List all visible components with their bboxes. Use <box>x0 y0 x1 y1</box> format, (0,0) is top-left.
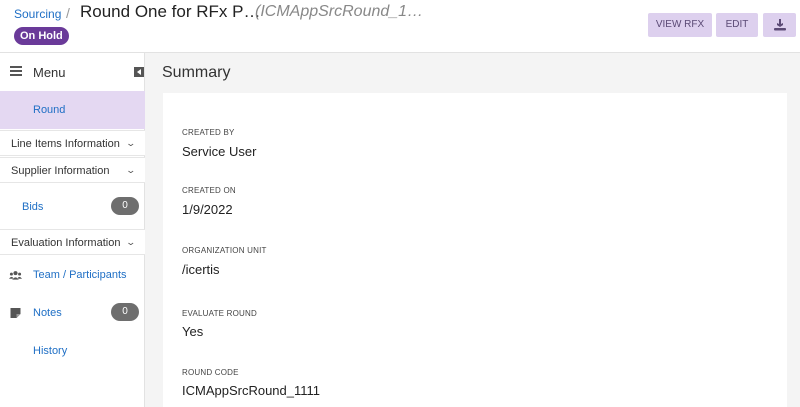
menu-label: Menu <box>33 65 66 80</box>
sidebar-item-label: Notes <box>33 307 62 319</box>
section-evaluation[interactable]: Evaluation Information ⌄ <box>0 229 145 255</box>
field-value-created-on: 1/9/2022 <box>182 202 233 217</box>
field-label-created-by: CREATED BY <box>182 128 235 137</box>
bids-count-badge: 0 <box>111 197 139 215</box>
field-label-round-code: ROUND CODE <box>182 368 239 377</box>
field-value-created-by: Service User <box>182 144 257 159</box>
view-rfx-button[interactable]: VIEW RFX <box>648 13 712 37</box>
sidebar-item-history[interactable]: History <box>0 336 145 366</box>
sidebar-item-team[interactable]: Team / Participants <box>0 260 145 290</box>
page-header: Sourcing / Round One for RFx P… (ICMAppS… <box>0 0 800 53</box>
edit-button[interactable]: EDIT <box>716 13 758 37</box>
section-supplier[interactable]: Supplier Information ⌄ <box>0 157 145 183</box>
chevron-down-icon: ⌄ <box>125 237 137 247</box>
sidebar-item-label: History <box>33 345 68 357</box>
sidebar-item-label: Round <box>33 104 66 116</box>
chevron-down-icon: ⌄ <box>125 138 137 148</box>
chevron-down-icon: ⌄ <box>125 165 137 175</box>
page-subtitle: (ICMAppSrcRound_1… <box>255 3 424 20</box>
section-line-items[interactable]: Line Items Information ⌄ <box>0 130 145 156</box>
sidebar-item-label: Team / Participants <box>33 269 127 281</box>
menu-header: Menu <box>0 53 145 91</box>
section-label: Supplier Information <box>11 165 110 177</box>
page-title: Round One for RFx P… <box>80 2 261 21</box>
field-value-evaluate-round: Yes <box>182 324 204 339</box>
summary-title: Summary <box>162 64 231 81</box>
breadcrumb-sourcing-link[interactable]: Sourcing <box>14 7 61 21</box>
field-value-organization-unit: /icertis <box>182 262 220 277</box>
hamburger-icon[interactable] <box>10 66 22 76</box>
hand-share-icon <box>773 19 786 31</box>
sidebar-item-bids[interactable]: Bids 0 <box>0 192 145 222</box>
breadcrumb-separator: / <box>66 5 70 21</box>
collapse-sidebar-icon[interactable] <box>134 67 144 77</box>
notes-count-badge: 0 <box>111 303 139 321</box>
field-label-created-on: CREATED ON <box>182 186 236 195</box>
field-label-organization-unit: ORGANIZATION UNIT <box>182 246 267 255</box>
status-badge: On Hold <box>14 27 69 45</box>
section-label: Line Items Information <box>11 138 120 150</box>
section-label: Evaluation Information <box>11 237 121 249</box>
sidebar-item-label: Bids <box>22 201 44 213</box>
sidebar-item-round[interactable]: Round <box>0 91 145 129</box>
field-value-round-code: ICMAppSrcRound_1111 <box>182 383 321 398</box>
sidebar: Menu Round Line Items Information ⌄ Supp… <box>0 53 145 407</box>
sidebar-item-notes[interactable]: Notes 0 <box>0 298 145 328</box>
field-label-evaluate-round: EVALUATE ROUND <box>182 309 257 318</box>
share-button[interactable] <box>763 13 796 37</box>
people-icon <box>9 271 22 280</box>
note-icon <box>10 308 21 318</box>
